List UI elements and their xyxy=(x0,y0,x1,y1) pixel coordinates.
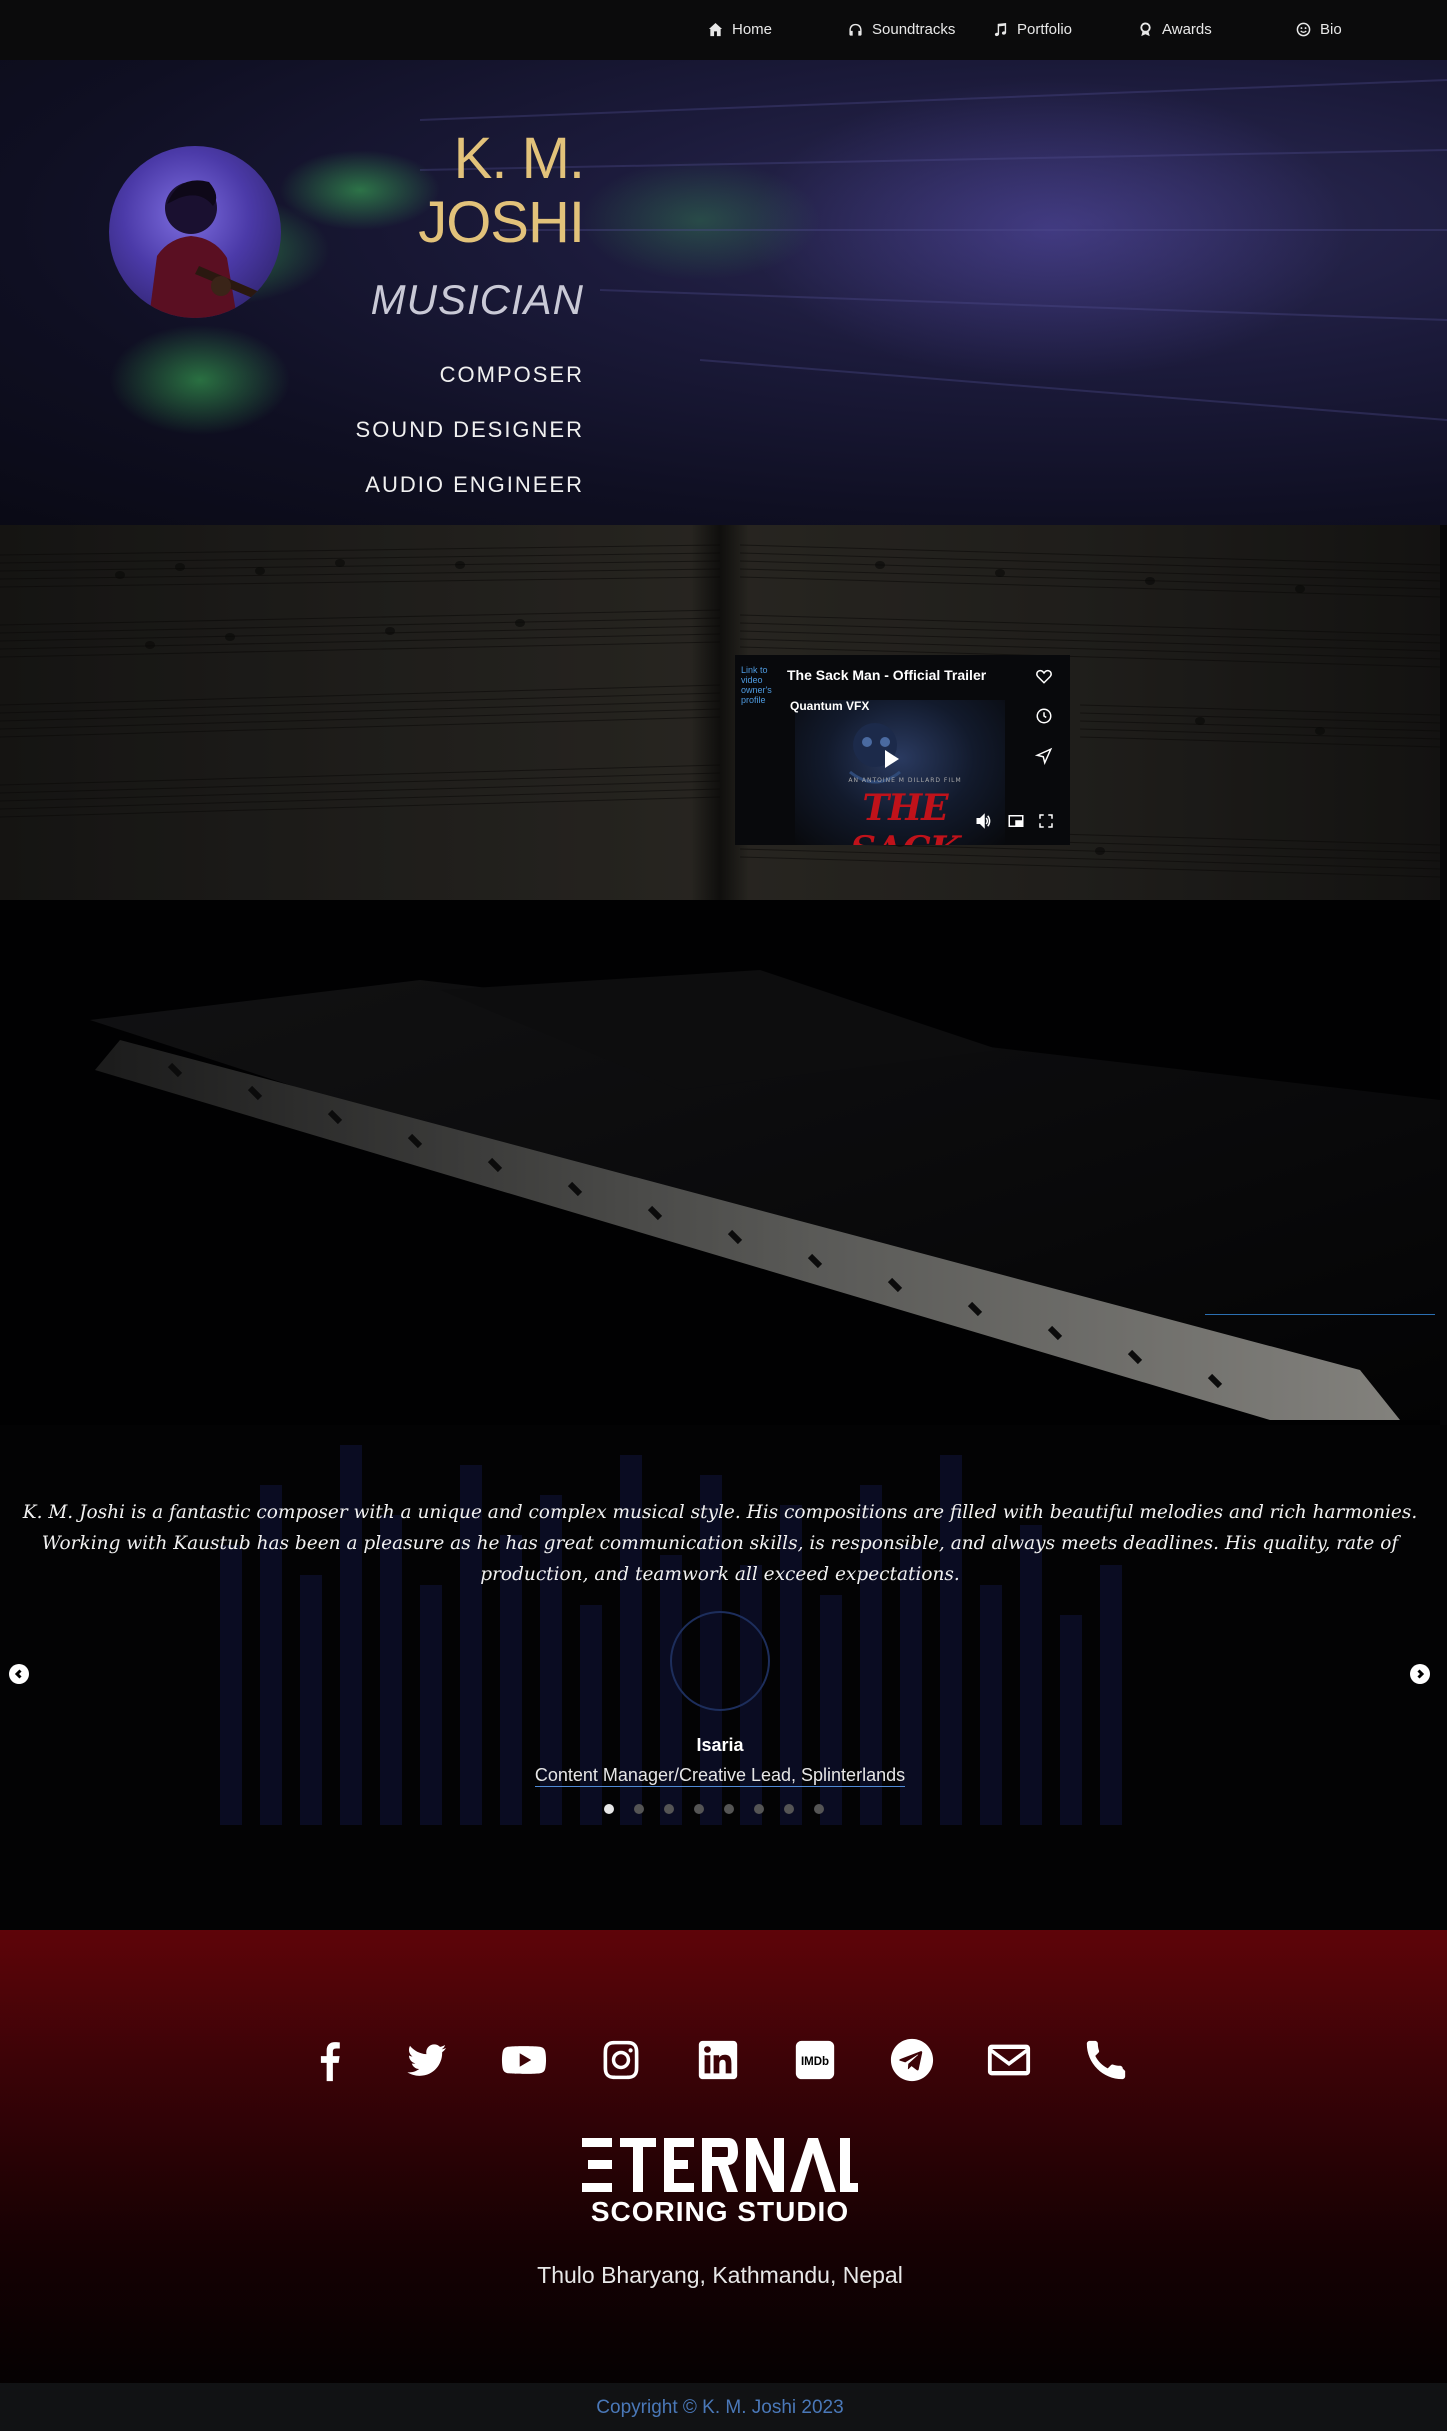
carousel-dot[interactable] xyxy=(634,1804,644,1814)
email-icon xyxy=(987,2044,1031,2076)
testimonial-role-row: Content Manager/Creative Lead, Splinterl… xyxy=(0,1765,1440,1787)
nav-portfolio[interactable]: Portfolio xyxy=(993,0,1072,58)
chevron-right-icon xyxy=(1417,1669,1425,1679)
video-poster-credit: AN ANTOINE M DILLARD FILM xyxy=(848,777,962,784)
youtube-video-embed[interactable]: Link to video owner's profile The Sack M… xyxy=(735,655,1070,845)
testimonial-quote: K. M. Joshi is a fantastic composer with… xyxy=(22,1502,1418,1585)
imdb-link[interactable]: IMDb xyxy=(791,2036,839,2084)
email-link[interactable] xyxy=(985,2036,1033,2084)
skill-sound-designer: SOUND DESIGNER xyxy=(355,417,584,442)
studio-address: Thulo Bharyang, Kathmandu, Nepal xyxy=(537,2262,903,2288)
piano-section xyxy=(0,900,1440,1425)
imdb-label: IMDb xyxy=(801,2056,829,2068)
sheet-music-background xyxy=(0,525,1440,900)
facebook-icon xyxy=(320,2042,340,2082)
youtube-link[interactable] xyxy=(500,2036,548,2084)
linkedin-icon xyxy=(698,2040,738,2080)
carousel-next-button[interactable] xyxy=(1410,1664,1430,1684)
award-icon xyxy=(1140,21,1151,36)
testimonial-author: Isaria xyxy=(696,1735,744,1755)
nav-portfolio-label: Portfolio xyxy=(1017,20,1073,38)
nav-home-label: Home xyxy=(732,20,773,38)
section-divider-line xyxy=(1205,1314,1435,1315)
telegram-icon xyxy=(890,2038,934,2082)
channel-avatar-alt[interactable]: Link to video owner's profile xyxy=(741,665,777,705)
chevron-left-icon xyxy=(14,1669,22,1679)
music-note-icon xyxy=(994,22,1007,36)
skill-composer: COMPOSER xyxy=(439,362,584,387)
instagram-icon xyxy=(603,2040,639,2080)
phone-icon xyxy=(1086,2040,1126,2080)
clock-icon[interactable] xyxy=(1035,707,1055,727)
carousel-dot[interactable] xyxy=(694,1804,704,1814)
heart-icon[interactable] xyxy=(1035,667,1055,687)
carousel-dot[interactable] xyxy=(814,1804,824,1814)
nav-soundtracks[interactable]: Soundtracks xyxy=(848,0,955,58)
headphones-icon xyxy=(849,23,862,36)
phone-link[interactable] xyxy=(1082,2036,1130,2084)
miniplayer-icon[interactable] xyxy=(1007,812,1027,832)
nav-bio[interactable]: Bio xyxy=(1296,0,1342,58)
twitter-icon xyxy=(407,2044,447,2076)
carousel-prev-button[interactable] xyxy=(9,1664,29,1684)
home-icon xyxy=(708,22,723,36)
nav-soundtracks-label: Soundtracks xyxy=(872,20,956,38)
sheet-music-section xyxy=(0,525,1440,900)
instagram-link[interactable] xyxy=(597,2036,645,2084)
testimonial-role-link[interactable]: Content Manager/Creative Lead, Splinterl… xyxy=(534,1765,906,1787)
youtube-icon xyxy=(501,2046,547,2074)
hero-section xyxy=(0,60,1447,525)
nav-bio-label: Bio xyxy=(1320,20,1342,38)
carousel-dot[interactable] xyxy=(604,1804,614,1814)
linkedin-link[interactable] xyxy=(694,2036,742,2084)
fullscreen-icon[interactable] xyxy=(1037,812,1057,832)
artist-name-line1: K. M. xyxy=(453,126,585,191)
studio-logo-subtitle: SCORING STUDIO xyxy=(590,2196,850,2227)
play-icon[interactable] xyxy=(885,750,899,768)
artist-name-line2: JOSHI xyxy=(418,190,585,255)
artist-role: MUSICIAN xyxy=(370,276,584,323)
carousel-dot[interactable] xyxy=(784,1804,794,1814)
carousel-dot[interactable] xyxy=(664,1804,674,1814)
nav-home[interactable]: Home xyxy=(708,0,772,58)
share-icon[interactable] xyxy=(1034,747,1055,767)
piano-background xyxy=(0,900,1440,1425)
volume-icon[interactable] xyxy=(975,812,995,832)
video-title[interactable]: The Sack Man - Official Trailer xyxy=(787,667,986,683)
carousel-dot[interactable] xyxy=(754,1804,764,1814)
carousel-dots xyxy=(604,1804,824,1814)
smile-icon xyxy=(1296,22,1311,36)
top-navbar: Home Soundtracks Portfolio Awards Bio xyxy=(0,0,1447,60)
nav-awards[interactable]: Awards xyxy=(1138,0,1212,58)
nav-awards-label: Awards xyxy=(1162,20,1212,38)
video-channel[interactable]: Quantum VFX xyxy=(790,699,869,713)
skill-audio-engineer: AUDIO ENGINEER xyxy=(365,472,584,497)
imdb-icon: IMDb xyxy=(795,2040,835,2080)
profile-avatar xyxy=(109,146,281,318)
testimonial-avatar xyxy=(670,1611,770,1711)
studio-logo xyxy=(582,2138,858,2192)
copyright-text: Copyright © K. M. Joshi 2023 xyxy=(596,2397,844,2418)
carousel-dot[interactable] xyxy=(724,1804,734,1814)
artist-name: K. M. JOSHI xyxy=(284,126,585,255)
twitter-link[interactable] xyxy=(403,2036,451,2084)
facebook-link[interactable] xyxy=(306,2036,354,2084)
telegram-link[interactable] xyxy=(888,2036,936,2084)
